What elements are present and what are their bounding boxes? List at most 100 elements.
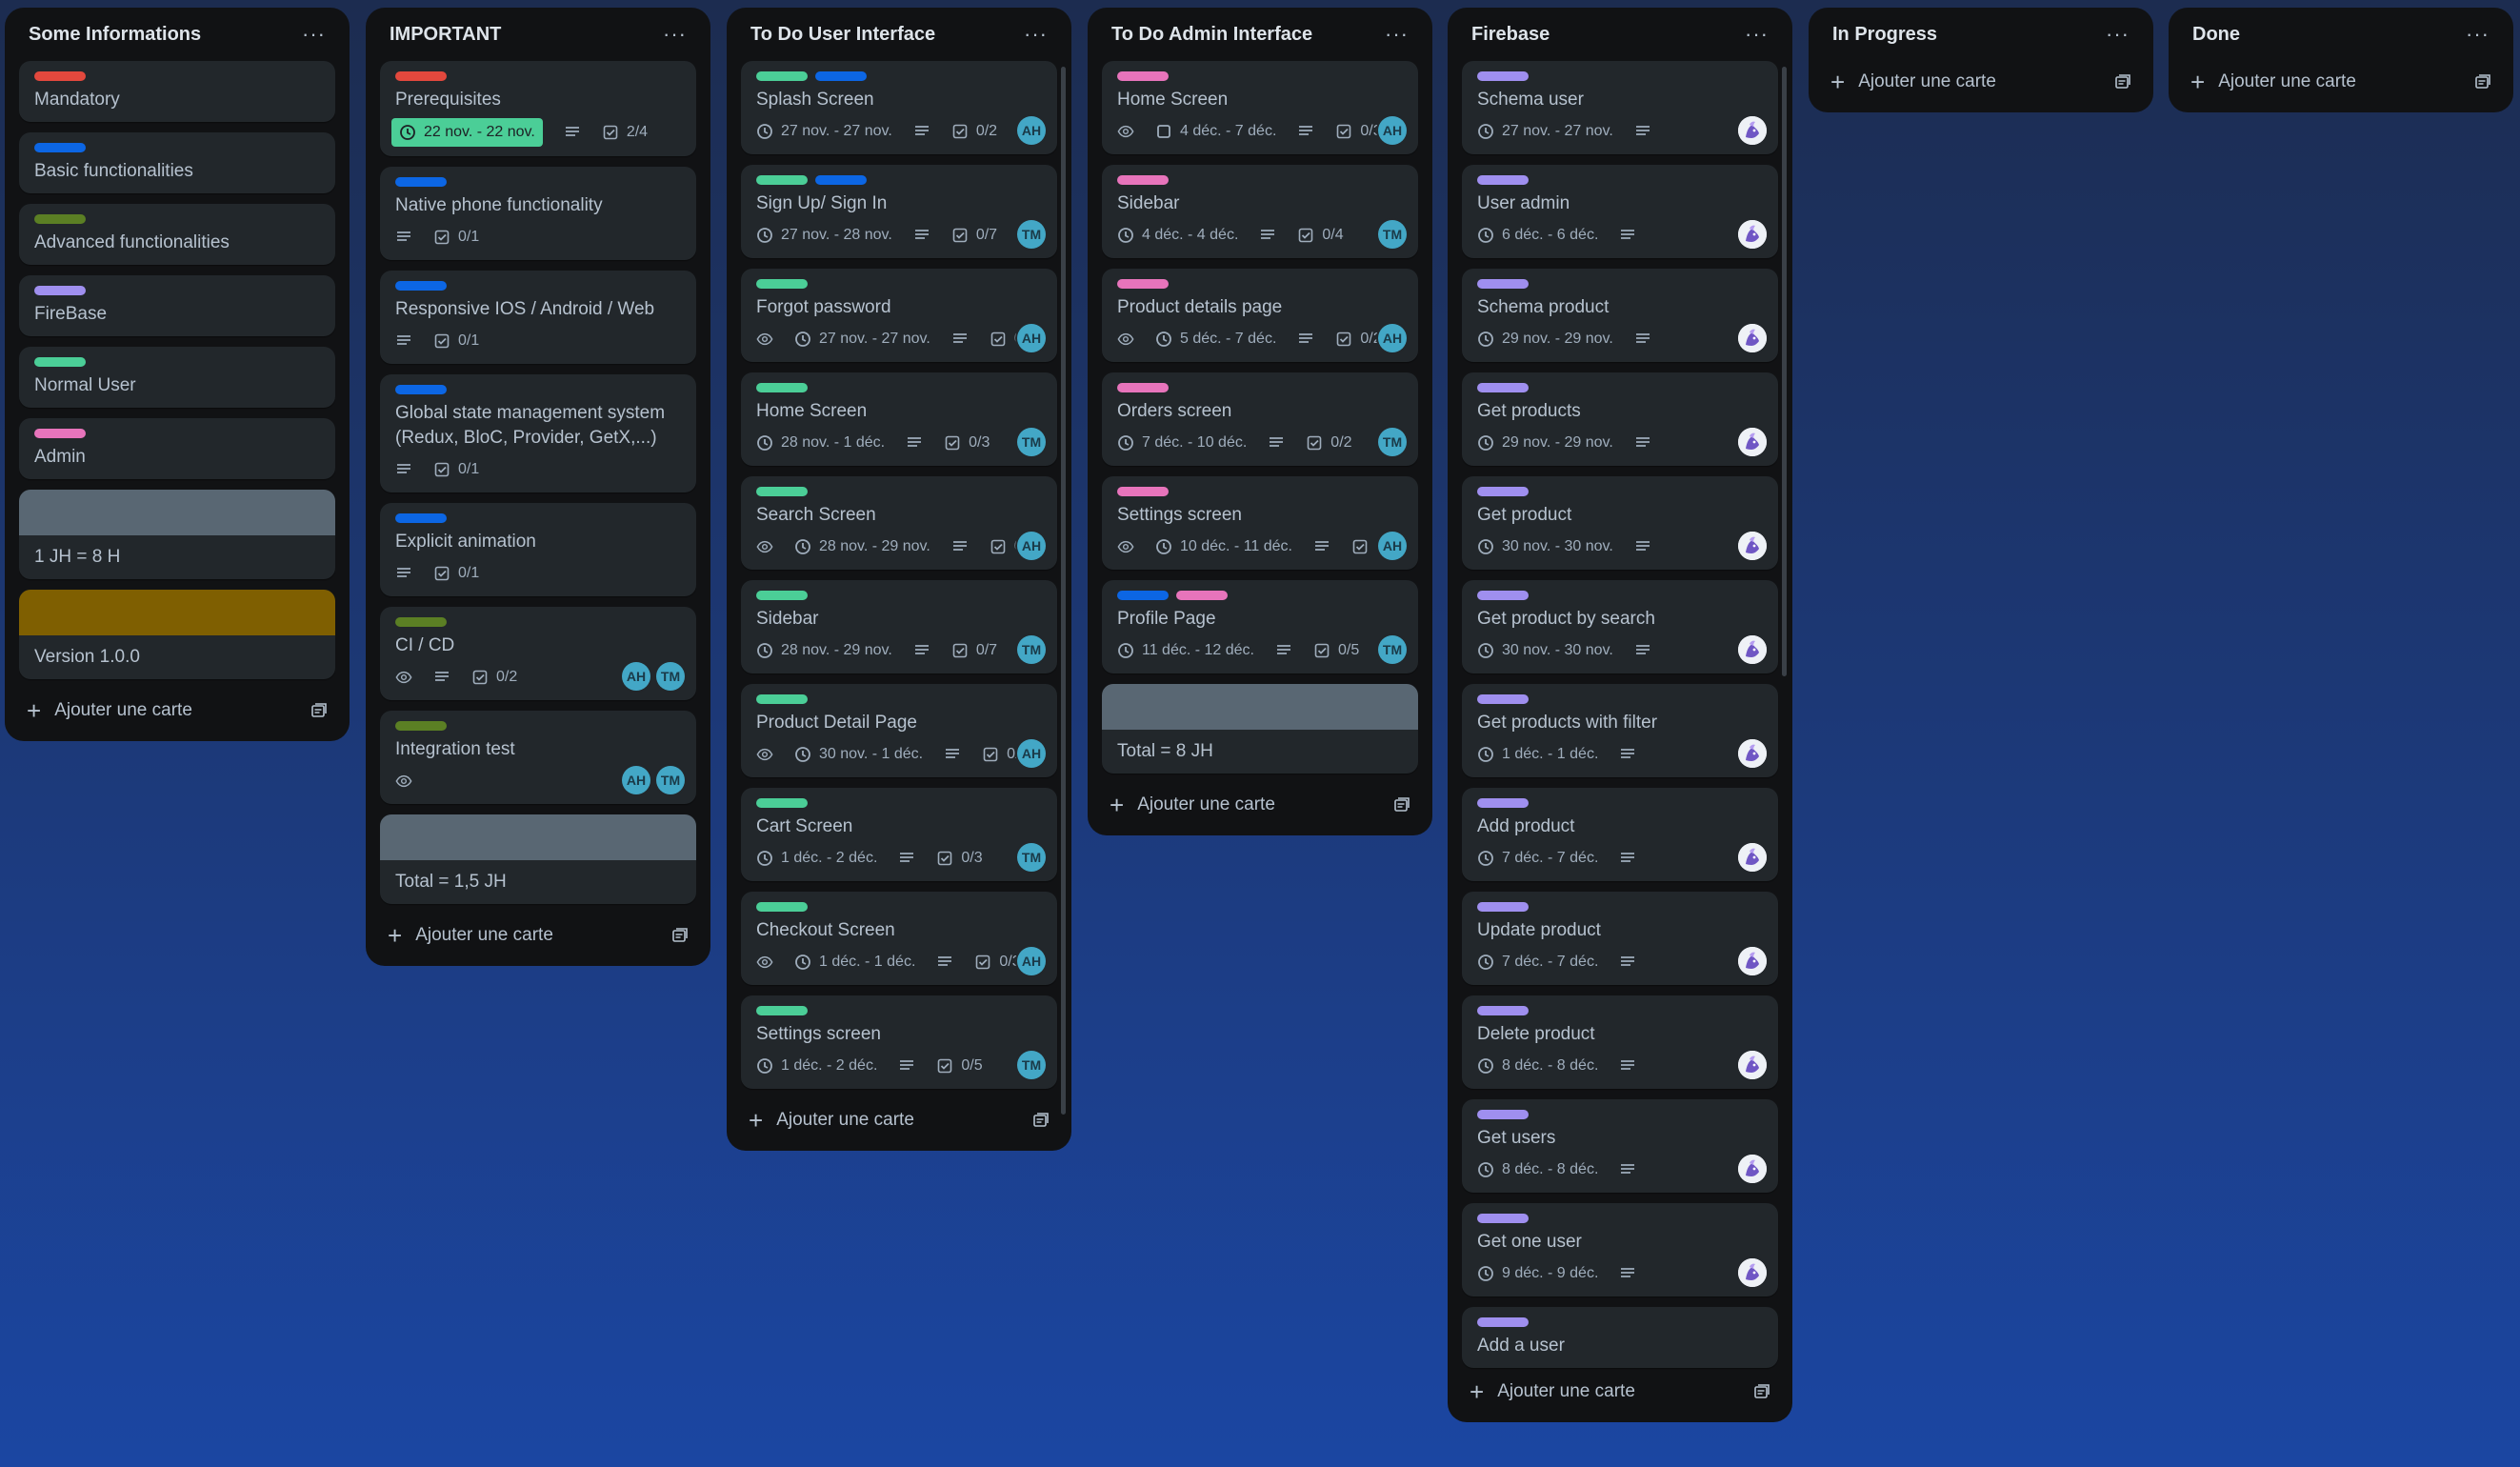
due-date-badge[interactable]: 29 nov. - 29 nov. [1477, 430, 1613, 456]
card[interactable]: Total = 1,5 JH [380, 814, 696, 904]
list-menu-icon[interactable]: ··· [1024, 24, 1048, 45]
due-date-badge[interactable]: 28 nov. - 29 nov. [794, 533, 930, 560]
avatar[interactable] [1738, 116, 1767, 145]
avatar[interactable]: TM [1017, 843, 1046, 872]
label-pink[interactable] [1117, 487, 1169, 496]
label-purple[interactable] [1477, 798, 1529, 808]
due-date-badge[interactable]: 28 nov. - 29 nov. [756, 637, 892, 664]
list-menu-icon[interactable]: ··· [1745, 24, 1769, 45]
due-date-badge[interactable]: 22 nov. - 22 nov. [391, 118, 543, 147]
label-purple[interactable] [1477, 279, 1529, 289]
list-menu-icon[interactable]: ··· [302, 24, 326, 45]
card[interactable]: Checkout Screen 1 déc. - 1 déc. 0/3 AH [741, 892, 1057, 985]
label-pink[interactable] [1117, 279, 1169, 289]
avatar[interactable]: TM [1378, 220, 1407, 249]
add-card-button[interactable]: + Ajouter une carte [1462, 1371, 1778, 1413]
card[interactable]: CI / CD 0/2 AH TM [380, 607, 696, 700]
label-blue[interactable] [395, 281, 447, 291]
avatar[interactable] [1738, 635, 1767, 664]
card[interactable]: Sidebar 4 déc. - 4 déc. 0/4 TM [1102, 165, 1418, 258]
add-card-button[interactable]: + Ajouter une carte [2183, 61, 2499, 103]
label-purple[interactable] [1477, 1110, 1529, 1119]
list-title[interactable]: IMPORTANT [390, 24, 501, 46]
card[interactable]: Get products 29 nov. - 29 nov. [1462, 372, 1778, 466]
card[interactable]: Basic functionalities [19, 132, 335, 193]
due-date-badge[interactable]: 7 déc. - 10 déc. [1117, 430, 1247, 456]
label-green[interactable] [756, 591, 808, 600]
label-blue[interactable] [395, 385, 447, 394]
card[interactable]: Add a user [1462, 1307, 1778, 1368]
due-date-badge[interactable]: 1 déc. - 1 déc. [1477, 741, 1598, 768]
due-date-badge[interactable]: 4 déc. - 7 déc. [1155, 118, 1276, 145]
label-purple[interactable] [1477, 175, 1529, 185]
template-icon[interactable] [1393, 796, 1410, 814]
due-date-badge[interactable]: 1 déc. - 1 déc. [794, 949, 915, 975]
avatar[interactable]: TM [1378, 428, 1407, 456]
scrollbar[interactable] [1782, 67, 1787, 676]
label-pink[interactable] [1176, 591, 1228, 600]
label-green[interactable] [756, 798, 808, 808]
label-green[interactable] [756, 279, 808, 289]
due-date-badge[interactable]: 6 déc. - 6 déc. [1477, 222, 1598, 249]
card[interactable]: Orders screen 7 déc. - 10 déc. 0/2 TM [1102, 372, 1418, 466]
label-green[interactable] [756, 902, 808, 912]
add-card-button[interactable]: + Ajouter une carte [19, 690, 335, 732]
card[interactable]: Product Detail Page 30 nov. - 1 déc.0/3AH [741, 684, 1057, 777]
due-date-badge[interactable]: 27 nov. - 27 nov. [794, 326, 930, 352]
label-green[interactable] [756, 175, 808, 185]
card[interactable]: Get products with filter 1 déc. - 1 déc. [1462, 684, 1778, 777]
card[interactable]: Add product 7 déc. - 7 déc. [1462, 788, 1778, 881]
label-purple[interactable] [1477, 694, 1529, 704]
add-card-button[interactable]: + Ajouter une carte [380, 914, 696, 956]
avatar[interactable]: TM [1017, 1051, 1046, 1079]
card[interactable]: User admin 6 déc. - 6 déc. [1462, 165, 1778, 258]
avatar[interactable] [1738, 532, 1767, 560]
due-date-badge[interactable]: 30 nov. - 30 nov. [1477, 637, 1613, 664]
due-date-badge[interactable]: 1 déc. - 2 déc. [756, 1053, 877, 1079]
card[interactable]: Schema user 27 nov. - 27 nov. [1462, 61, 1778, 154]
card[interactable]: Delete product 8 déc. - 8 déc. [1462, 995, 1778, 1089]
template-icon[interactable] [2474, 73, 2491, 90]
card[interactable]: Settings screen 10 déc. - 11 déc.0/3AH [1102, 476, 1418, 570]
avatar[interactable]: AH [1017, 116, 1046, 145]
card[interactable]: Home Screen 28 nov. - 1 déc. 0/3 TM [741, 372, 1057, 466]
avatar[interactable] [1738, 220, 1767, 249]
label-purple[interactable] [1477, 1006, 1529, 1015]
card[interactable]: Admin [19, 418, 335, 479]
list-menu-icon[interactable]: ··· [663, 24, 687, 45]
label-green[interactable] [756, 487, 808, 496]
template-icon[interactable] [1753, 1383, 1770, 1400]
label-olive[interactable] [395, 617, 447, 627]
card[interactable]: Explicit animation 0/1 [380, 503, 696, 596]
card[interactable]: Settings screen 1 déc. - 2 déc. 0/5 TM [741, 995, 1057, 1089]
add-card-button[interactable]: + Ajouter une carte [1102, 784, 1418, 826]
avatar[interactable] [1738, 739, 1767, 768]
card[interactable]: Cart Screen 1 déc. - 2 déc. 0/3 TM [741, 788, 1057, 881]
label-purple[interactable] [1477, 1214, 1529, 1223]
card[interactable]: Native phone functionality 0/1 [380, 167, 696, 260]
avatar[interactable]: AH [1378, 116, 1407, 145]
label-purple[interactable] [1477, 487, 1529, 496]
due-date-badge[interactable]: 30 nov. - 30 nov. [1477, 533, 1613, 560]
card[interactable]: 1 JH = 8 H [19, 490, 335, 579]
card[interactable]: Mandatory [19, 61, 335, 122]
due-date-badge[interactable]: 1 déc. - 2 déc. [756, 845, 877, 872]
list-menu-icon[interactable]: ··· [2466, 24, 2490, 45]
list-menu-icon[interactable]: ··· [2106, 24, 2130, 45]
list-title[interactable]: Done [2192, 24, 2240, 46]
due-date-badge[interactable]: 27 nov. - 28 nov. [756, 222, 892, 249]
label-green[interactable] [756, 383, 808, 392]
label-blue[interactable] [1117, 591, 1169, 600]
avatar[interactable]: TM [1378, 635, 1407, 664]
avatar[interactable] [1738, 324, 1767, 352]
due-date-badge[interactable]: 28 nov. - 1 déc. [756, 430, 885, 456]
avatar[interactable] [1738, 1155, 1767, 1183]
add-card-button[interactable]: + Ajouter une carte [1823, 61, 2139, 103]
label-pink[interactable] [34, 429, 86, 438]
label-pink[interactable] [1117, 175, 1169, 185]
card[interactable]: Schema product 29 nov. - 29 nov. [1462, 269, 1778, 362]
label-purple[interactable] [1477, 591, 1529, 600]
due-date-badge[interactable]: 27 nov. - 27 nov. [1477, 118, 1613, 145]
label-green[interactable] [756, 1006, 808, 1015]
due-date-badge[interactable]: 5 déc. - 7 déc. [1155, 326, 1276, 352]
